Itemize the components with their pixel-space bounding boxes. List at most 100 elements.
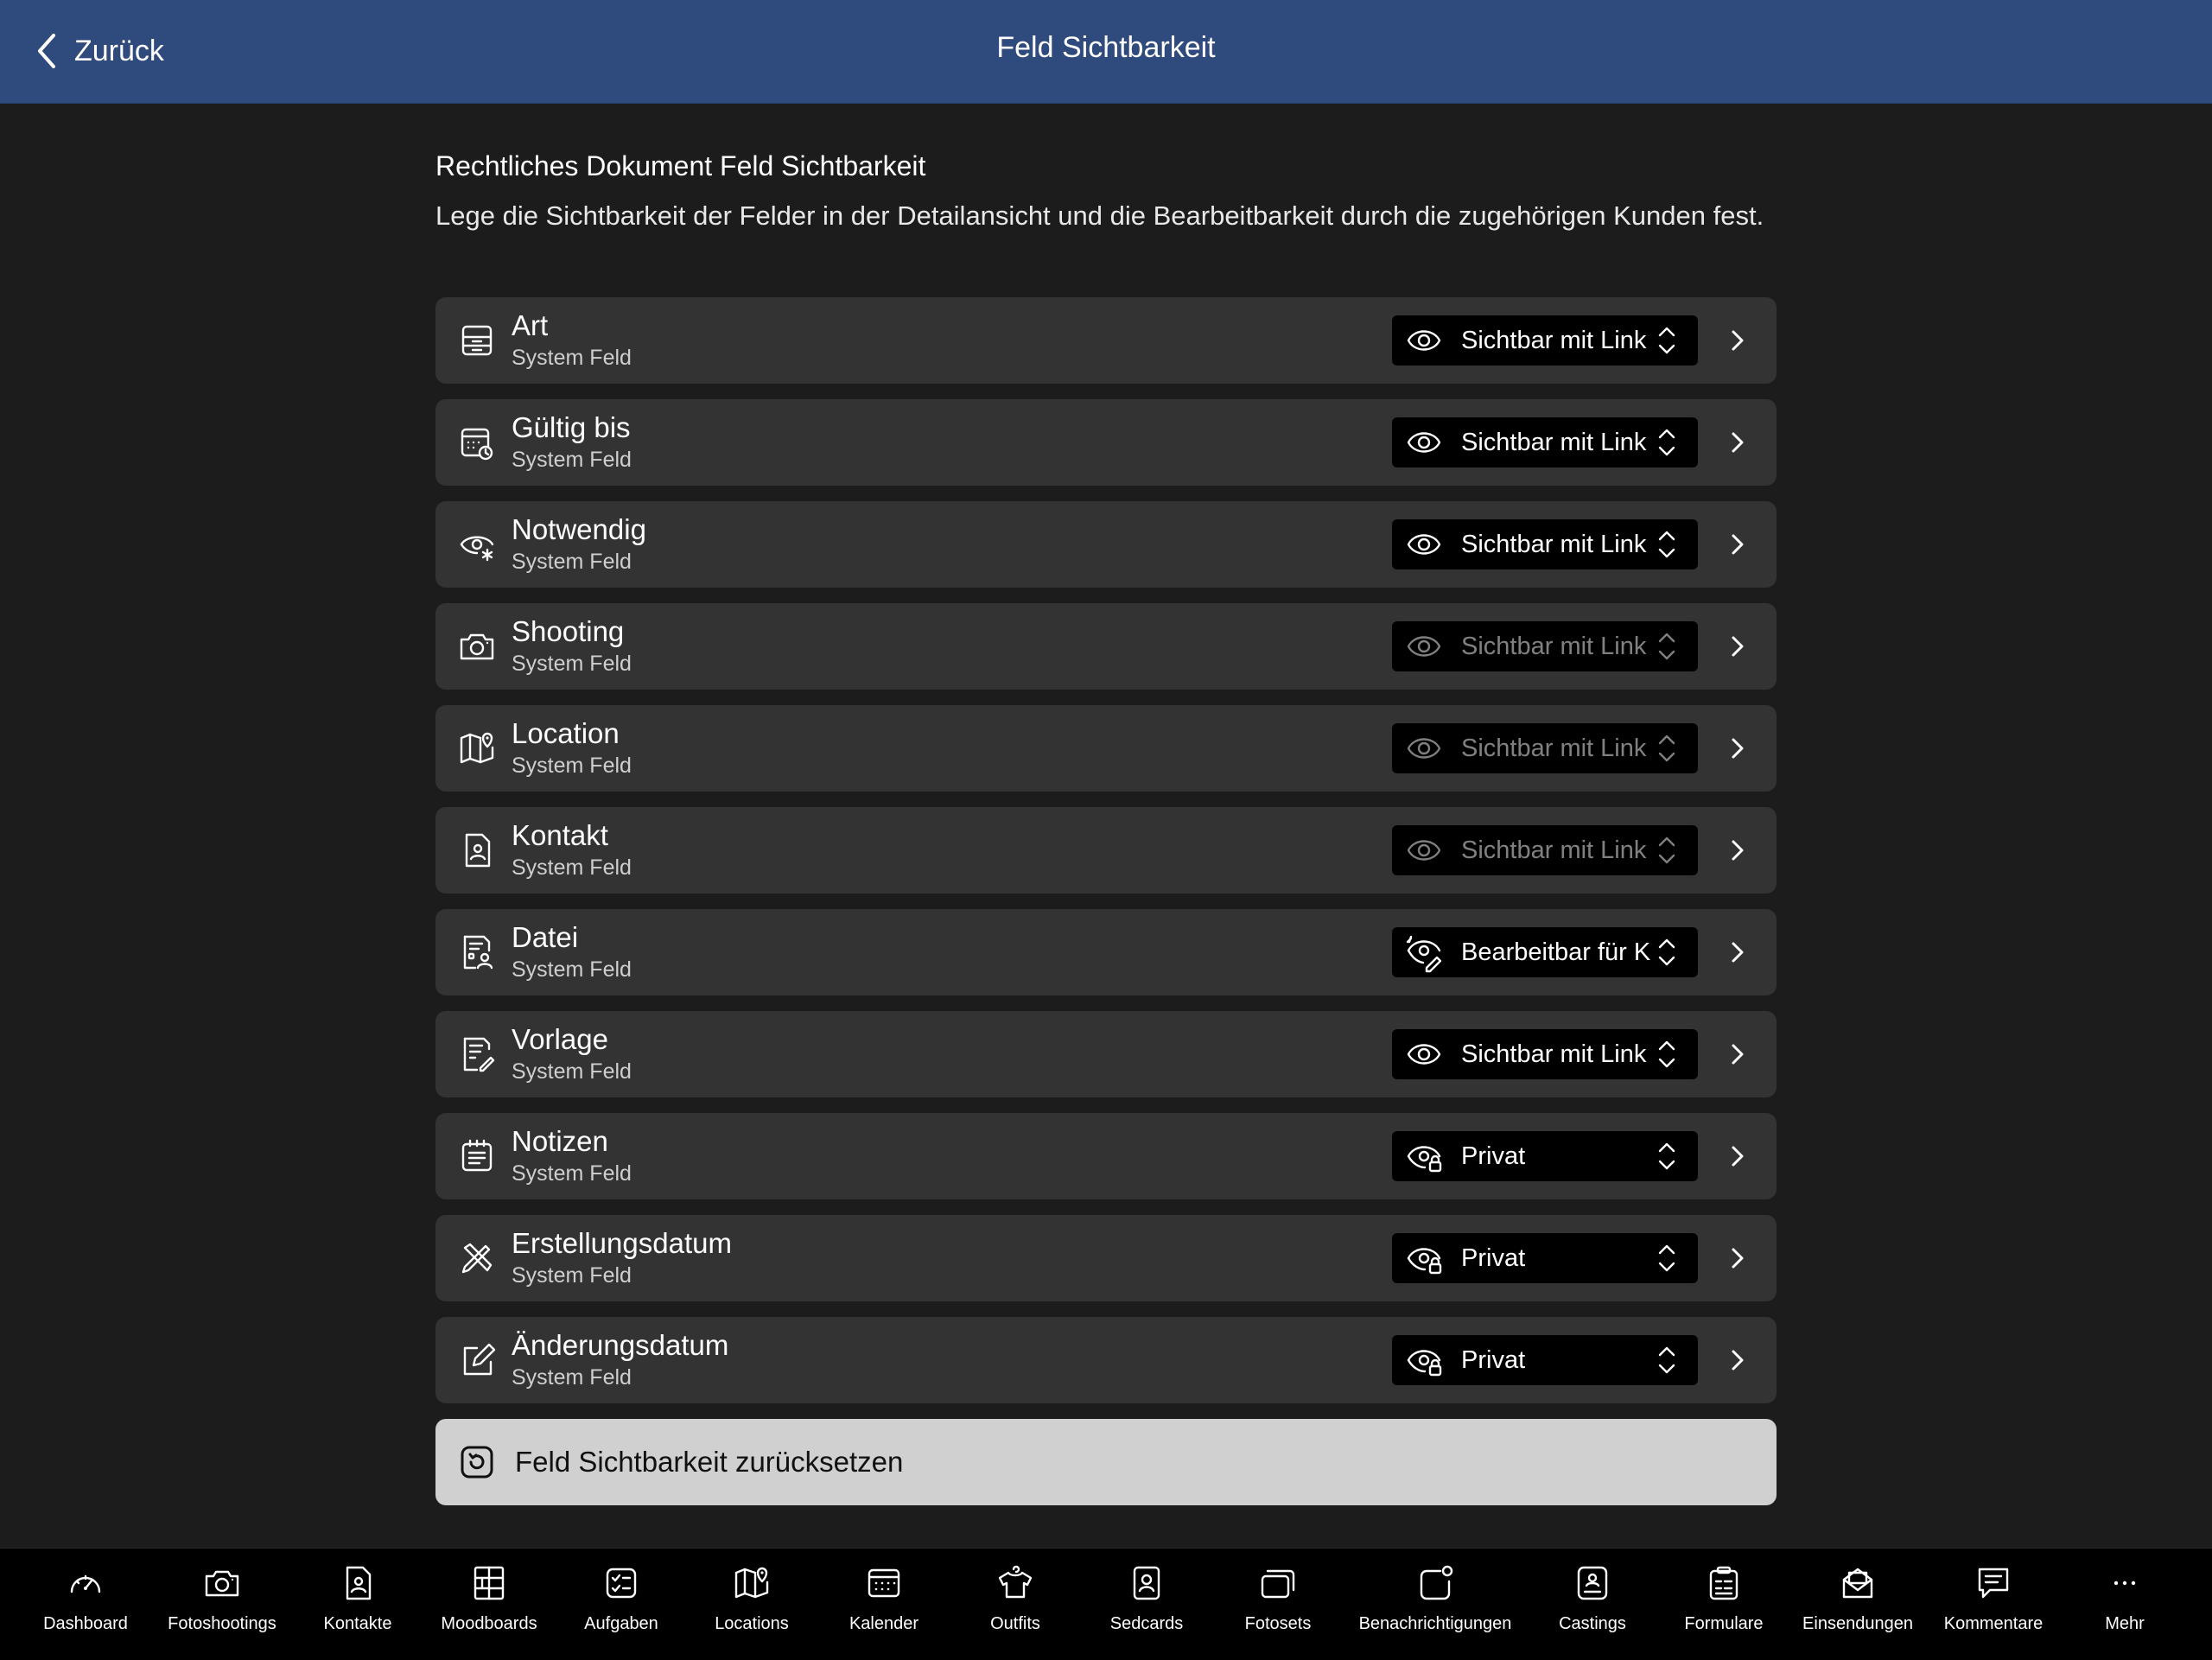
chevron-up-down-icon — [1658, 633, 1675, 660]
eye-icon — [1407, 534, 1441, 555]
visibility-value: Sichtbar mit Link — [1461, 633, 1647, 660]
visibility-picker[interactable]: Sichtbar mit Link — [1392, 315, 1698, 366]
visibility-value: Sichtbar mit Link — [1461, 836, 1647, 864]
contact-file-icon — [465, 833, 491, 868]
field-row[interactable]: Datei System Feld Bearbeitbar für K — [435, 909, 1777, 995]
field-row[interactable]: Shooting System Feld Sichtbar mit Link — [435, 603, 1777, 690]
visibility-value: Sichtbar mit Link — [1461, 531, 1647, 558]
comment-icon — [1978, 1568, 2009, 1599]
eye-icon — [1407, 432, 1441, 453]
visibility-picker[interactable]: Privat — [1392, 1335, 1698, 1385]
tab-einsendungen[interactable]: Einsendungen — [1780, 1562, 1936, 1649]
calendar-clock-icon — [461, 428, 493, 461]
hanger-shirt-icon — [998, 1565, 1033, 1599]
chevron-up-down-icon — [1658, 938, 1675, 966]
eye-lock-icon — [1407, 1248, 1442, 1275]
visibility-picker: Sichtbar mit Link — [1392, 825, 1698, 875]
tab-bar: Dashboard Fotoshootings Kontakte Moodboards… — [0, 1548, 2212, 1660]
tab-label: Fotoshootings — [168, 1614, 276, 1633]
visibility-value: Sichtbar mit Link — [1461, 429, 1647, 456]
chevron-right-icon[interactable] — [1723, 1243, 1754, 1274]
visibility-value: Sichtbar mit Link — [1461, 327, 1647, 354]
chevron-right-icon[interactable] — [1723, 1039, 1754, 1070]
chevron-right-icon[interactable] — [1723, 1345, 1754, 1376]
field-row[interactable]: Gültig bis System Feld Sichtbar mit Link — [435, 399, 1777, 486]
field-row[interactable]: Notwendig System Feld Sichtbar mit Link — [435, 501, 1777, 588]
visibility-value: Privat — [1461, 1346, 1526, 1374]
document-edit-icon — [463, 1037, 495, 1072]
chevron-right-icon[interactable] — [1723, 733, 1754, 764]
field-row[interactable]: Art System Feld Sichtbar mit Link — [435, 297, 1777, 384]
eye-icon — [1407, 738, 1441, 759]
chevron-right-icon[interactable] — [1723, 835, 1754, 866]
chevron-right-icon[interactable] — [1723, 427, 1754, 458]
chevron-right-icon[interactable] — [1723, 631, 1754, 662]
section-title: Rechtliches Dokument Feld Sichtbarkeit — [435, 150, 926, 181]
visibility-value: Privat — [1461, 1244, 1526, 1272]
notification-badge-icon — [1420, 1565, 1453, 1600]
chevron-right-icon[interactable] — [1723, 325, 1754, 356]
chevron-right-icon[interactable] — [1723, 937, 1754, 968]
field-subtitle: System Feld — [512, 346, 632, 370]
eye-asterisk-icon — [460, 536, 494, 562]
field-name: Vorlage — [512, 1023, 608, 1055]
checklist-icon — [606, 1568, 637, 1599]
calendar-icon — [868, 1568, 900, 1598]
camera-icon — [205, 1570, 239, 1597]
visibility-picker: Sichtbar mit Link — [1392, 723, 1698, 773]
field-subtitle: System Feld — [512, 652, 632, 676]
field-row[interactable]: Änderungsdatum System Feld Privat — [435, 1317, 1777, 1403]
tab-label: Benachrichtigungen — [1358, 1614, 1512, 1633]
reset-icon — [461, 1446, 493, 1479]
visibility-picker[interactable]: Sichtbar mit Link — [1392, 1029, 1698, 1079]
field-row[interactable]: Vorlage System Feld Sichtbar mit Link — [435, 1011, 1777, 1097]
field-name: Datei — [512, 921, 579, 953]
navigation-bar: Zurück Feld Sichtbarkeit — [0, 0, 2212, 104]
field-subtitle: System Feld — [512, 1161, 632, 1186]
field-row[interactable]: Location System Feld Sichtbar mit Link — [435, 705, 1777, 792]
tab-label: Fotosets — [1244, 1614, 1312, 1633]
visibility-value: Sichtbar mit Link — [1461, 735, 1647, 762]
tab-mehr[interactable]: Mehr — [2047, 1562, 2202, 1649]
visibility-picker[interactable]: Sichtbar mit Link — [1392, 519, 1698, 569]
tab-dashboard[interactable]: Dashboard — [8, 1562, 163, 1649]
photo-stack-icon — [1261, 1569, 1295, 1599]
field-subtitle: System Feld — [512, 957, 632, 982]
field-row[interactable]: Erstellungsdatum System Feld Privat — [435, 1215, 1777, 1301]
field-subtitle: System Feld — [512, 1059, 632, 1084]
chevron-up-down-icon — [1658, 1346, 1675, 1374]
tab-benachrichtigungen[interactable]: Benachrichtigungen — [1357, 1562, 1513, 1649]
tab-formulare[interactable]: Formulare — [1646, 1562, 1802, 1649]
portrait-card-icon — [1133, 1566, 1160, 1600]
visibility-picker[interactable]: Privat — [1392, 1233, 1698, 1283]
field-name: Shooting — [512, 615, 625, 647]
tab-label: Dashboard — [43, 1614, 128, 1633]
section-description: Lege die Sichtbarkeit der Felder in der … — [435, 200, 1764, 231]
field-row[interactable]: Kontakt System Feld Sichtbar mit Link — [435, 807, 1777, 894]
chevron-up-down-icon — [1658, 1244, 1675, 1272]
edit-square-icon — [463, 1343, 496, 1376]
eye-icon — [1407, 840, 1441, 861]
visibility-picker: Sichtbar mit Link — [1392, 621, 1698, 671]
eye-icon — [1407, 330, 1441, 351]
visibility-value: Bearbeitbar für K — [1461, 938, 1651, 966]
visibility-picker[interactable]: Bearbeitbar für K — [1392, 927, 1698, 977]
tab-fotoshootings[interactable]: Fotoshootings — [144, 1562, 300, 1649]
chevron-right-icon[interactable] — [1723, 529, 1754, 560]
eye-icon — [1407, 1044, 1441, 1065]
visibility-picker[interactable]: Sichtbar mit Link — [1392, 417, 1698, 467]
map-pin-icon — [734, 1567, 769, 1599]
page-title: Feld Sichtbarkeit — [996, 31, 1216, 64]
field-subtitle: System Feld — [512, 1263, 632, 1288]
field-subtitle: System Feld — [512, 1365, 632, 1390]
field-row[interactable]: Notizen System Feld Privat — [435, 1113, 1777, 1199]
visibility-picker[interactable]: Privat — [1392, 1131, 1698, 1181]
visibility-value: Sichtbar mit Link — [1461, 1040, 1647, 1068]
field-subtitle: System Feld — [512, 550, 632, 574]
tab-fotosets[interactable]: Fotosets — [1200, 1562, 1356, 1649]
archive-box-icon — [461, 325, 493, 356]
chevron-right-icon[interactable] — [1723, 1141, 1754, 1172]
chevron-up-down-icon — [1658, 836, 1675, 864]
chevron-up-down-icon — [1658, 1142, 1675, 1170]
reset-visibility-button[interactable]: Feld Sichtbarkeit zurücksetzen — [435, 1419, 1777, 1505]
